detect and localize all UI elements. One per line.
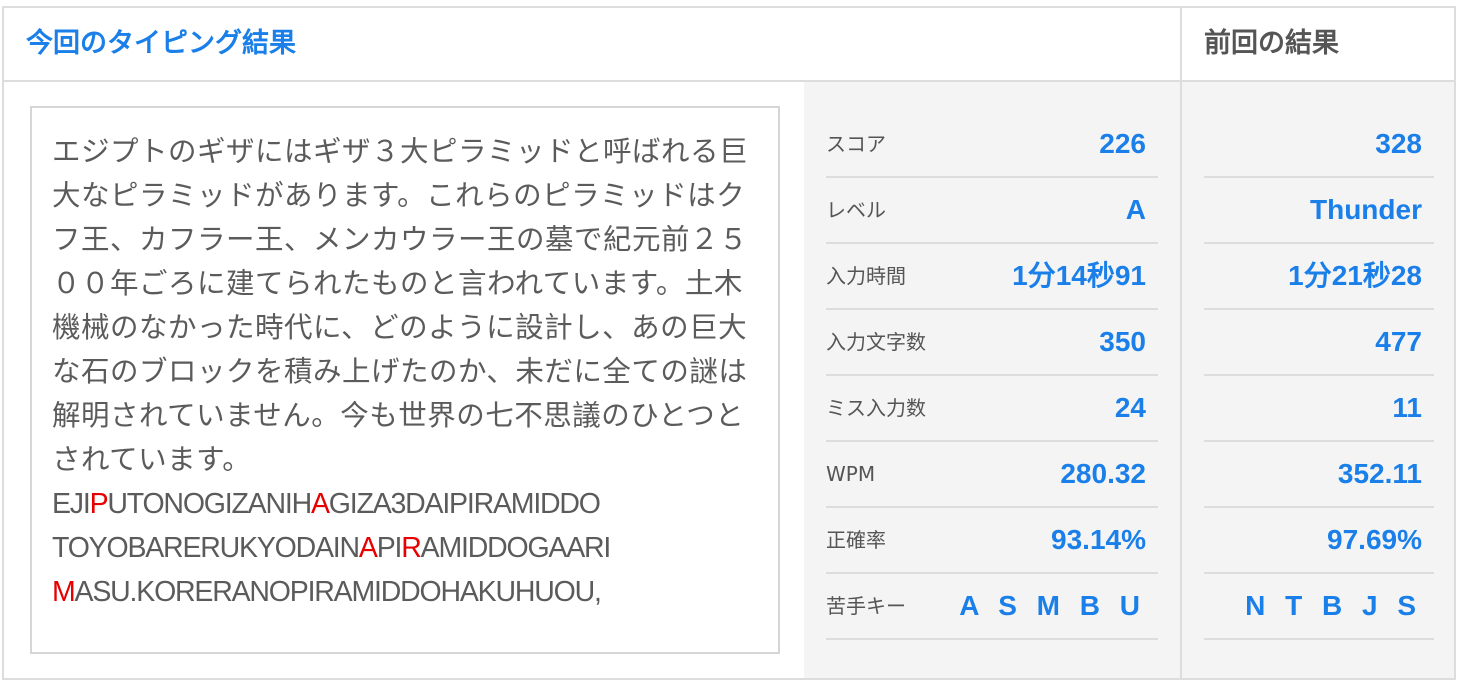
stat-row-chars: 入力文字数 350 xyxy=(826,310,1158,376)
typing-result-panel: 今回のタイピング結果 前回の結果 エジプトのギザにはギザ３大ピラミッドと呼ばれる… xyxy=(2,6,1456,680)
score-value: 226 xyxy=(1099,128,1146,159)
passage-japanese: エジプトのギザにはギザ３大ピラミッドと呼ばれる巨大なピラミッドがあります。これら… xyxy=(52,135,749,476)
level-value: A xyxy=(1125,194,1146,225)
stat-row-accuracy: 正確率 93.14% xyxy=(826,508,1158,574)
result-header: 今回のタイピング結果 前回の結果 xyxy=(4,8,1454,82)
time-value: 1分14秒91 xyxy=(1012,260,1146,291)
typed-segment: GIZA3DAIPIRAMIDDO xyxy=(328,488,601,520)
stat-row-wpm: WPM 280.32 xyxy=(826,442,1158,508)
stat-row-weak-keys: 苦手キー A S M B U xyxy=(826,574,1158,640)
current-stats-column: スコア 226 レベル A 入力時間 1分14秒91 入力文字数 350 ミス入… xyxy=(804,82,1180,678)
mistyped-char: A xyxy=(358,532,378,564)
typed-segment: TOYOBARERUKYODAIN xyxy=(52,532,360,564)
typed-segment: EJI xyxy=(52,488,91,520)
typed-segment: PI xyxy=(376,532,403,564)
mistyped-char: M xyxy=(52,576,76,608)
score-label: スコア xyxy=(826,132,886,156)
wpm-value: 280.32 xyxy=(1060,458,1146,489)
prev-weak-keys-value: N T B J S xyxy=(1245,590,1422,621)
prev-chars-value: 477 xyxy=(1375,326,1422,357)
stat-row-misses: ミス入力数 24 xyxy=(826,376,1158,442)
passage-romaji: EJIPUTONOGIZANIHAGIZA3DAIPIRAMIDDO TOYOBA… xyxy=(52,482,778,614)
chars-value: 350 xyxy=(1099,326,1146,357)
prev-misses-value: 11 xyxy=(1392,392,1422,423)
romaji-line: EJIPUTONOGIZANIHAGIZA3DAIPIRAMIDDO xyxy=(52,482,778,526)
previous-result-header-cell: 前回の結果 xyxy=(1180,8,1454,80)
typed-segment: UTONOGIZANIH xyxy=(107,488,312,520)
prev-row-accuracy: 97.69% xyxy=(1204,508,1434,574)
prev-time-value: 1分21秒28 xyxy=(1288,260,1422,291)
prev-row-misses: 11 xyxy=(1204,376,1434,442)
passage-box: エジプトのギザにはギザ３大ピラミッドと呼ばれる巨大なピラミッドがあります。これら… xyxy=(30,106,780,654)
previous-result-title: 前回の結果 xyxy=(1204,28,1339,59)
weak-keys-value: A S M B U xyxy=(959,590,1146,621)
misses-label: ミス入力数 xyxy=(826,396,926,420)
prev-score-value: 328 xyxy=(1375,128,1422,159)
mistyped-char: R xyxy=(401,532,422,564)
stat-row-time: 入力時間 1分14秒91 xyxy=(826,244,1158,310)
prev-row-time: 1分21秒28 xyxy=(1204,244,1434,310)
mistyped-char: P xyxy=(89,488,109,520)
typed-segment: ASU.KORERANOPIRAMIDDOHAKUHUOU, xyxy=(74,576,602,608)
accuracy-value: 93.14% xyxy=(1051,524,1146,555)
mistyped-char: A xyxy=(310,488,330,520)
misses-value: 24 xyxy=(1114,392,1146,423)
previous-stats-column: 328 Thunder 1分21秒28 477 11 352.11 97.69%… xyxy=(1180,82,1454,678)
level-label: レベル xyxy=(826,198,886,222)
prev-wpm-value: 352.11 xyxy=(1337,458,1422,489)
prev-row-score: 328 xyxy=(1204,112,1434,178)
stat-row-score: スコア 226 xyxy=(826,112,1158,178)
time-label: 入力時間 xyxy=(826,264,906,288)
weak-keys-label: 苦手キー xyxy=(826,594,906,618)
wpm-label: WPM xyxy=(826,462,876,486)
stat-row-level: レベル A xyxy=(826,178,1158,244)
chars-label: 入力文字数 xyxy=(826,330,926,354)
typed-segment: AMIDDOGAARI xyxy=(420,532,612,564)
romaji-line: TOYOBARERUKYODAINAPIRAMIDDOGAARI xyxy=(52,526,778,570)
prev-row-chars: 477 xyxy=(1204,310,1434,376)
prev-row-wpm: 352.11 xyxy=(1204,442,1434,508)
accuracy-label: 正確率 xyxy=(826,528,886,552)
current-result-title: 今回のタイピング結果 xyxy=(26,28,296,59)
prev-level-value: Thunder xyxy=(1310,194,1422,225)
prev-accuracy-value: 97.69% xyxy=(1327,524,1422,555)
prev-row-level: Thunder xyxy=(1204,178,1434,244)
romaji-line: MASU.KORERANOPIRAMIDDOHAKUHUOU, xyxy=(52,570,778,614)
prev-row-weak-keys: N T B J S xyxy=(1204,574,1434,640)
